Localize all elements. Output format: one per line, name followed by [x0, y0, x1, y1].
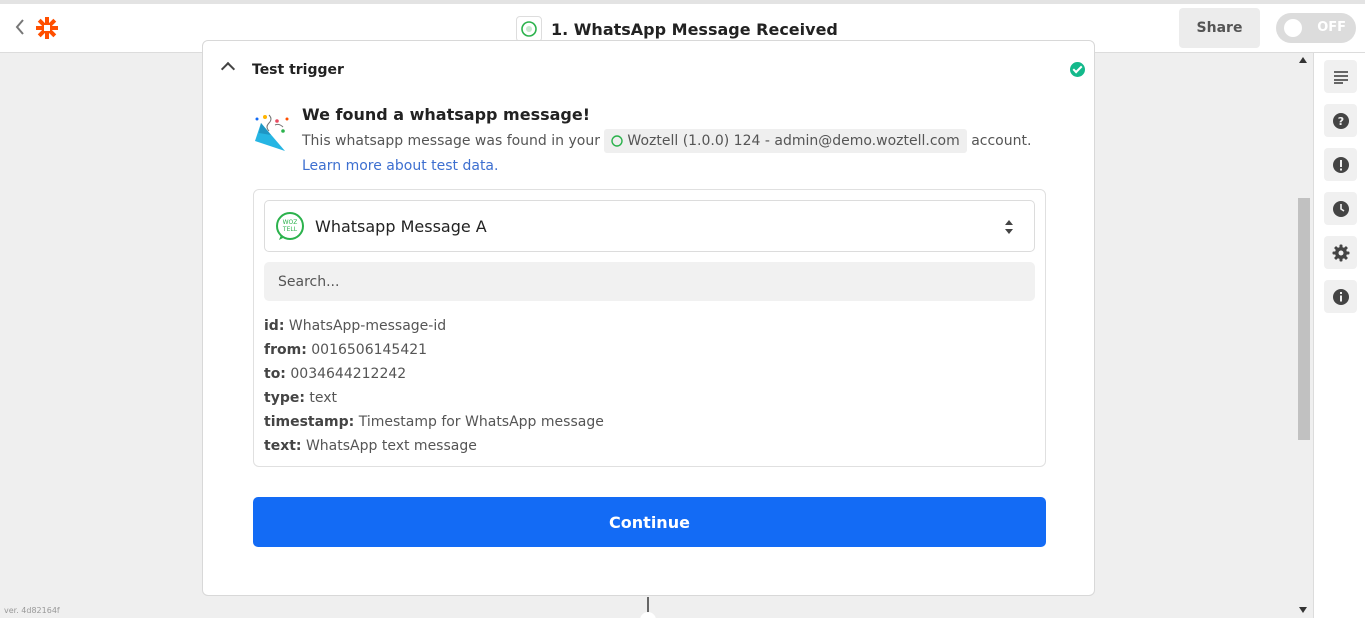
- page-title: 1. WhatsApp Message Received: [551, 19, 838, 39]
- field-value: Timestamp for WhatsApp message: [358, 414, 604, 430]
- settings-icon[interactable]: [1324, 236, 1357, 269]
- field-value: WhatsApp text message: [305, 438, 477, 454]
- version-label: ver. 4d82164f: [4, 606, 60, 615]
- woztell-account-icon: [611, 135, 624, 147]
- step-card: Test trigger We found a whatsapp message…: [202, 40, 1095, 596]
- check-circle-icon: [1070, 62, 1085, 77]
- result-description: This whatsapp message was found in your …: [302, 129, 1042, 179]
- scroll-down-arrow-icon[interactable]: [1299, 607, 1307, 613]
- record-fields: id: WhatsApp-message-id from: 0016506145…: [264, 314, 604, 458]
- scrollbar-thumb[interactable]: [1298, 198, 1310, 440]
- woztell-app-icon: WOZ TELL: [275, 211, 305, 241]
- svg-text:WOZ: WOZ: [283, 219, 298, 226]
- result-heading: We found a whatsapp message!: [302, 105, 591, 124]
- svg-text:TELL: TELL: [282, 226, 298, 233]
- history-icon[interactable]: [1324, 192, 1357, 225]
- alert-icon[interactable]: [1324, 148, 1357, 181]
- right-sidebar: ?: [1313, 53, 1365, 618]
- test-data-panel: WOZ TELL Whatsapp Message A id: WhatsApp…: [253, 189, 1046, 467]
- field-key: timestamp:: [264, 414, 355, 430]
- field-key: type:: [264, 390, 305, 406]
- toggle-knob: [1284, 19, 1302, 37]
- field-row: timestamp: Timestamp for WhatsApp messag…: [264, 410, 604, 434]
- field-value: 0034644212242: [290, 366, 407, 382]
- zap-step-title[interactable]: 1. WhatsApp Message Received: [516, 16, 838, 42]
- continue-button[interactable]: Continue: [253, 497, 1046, 547]
- record-selector[interactable]: WOZ TELL Whatsapp Message A: [264, 200, 1035, 252]
- field-key: id:: [264, 318, 285, 334]
- field-value: text: [309, 390, 338, 406]
- zap-on-off-toggle[interactable]: OFF: [1276, 13, 1356, 43]
- account-chip: Woztell (1.0.0) 124 - admin@demo.woztell…: [604, 129, 967, 153]
- account-label: Woztell (1.0.0) 124 - admin@demo.woztell…: [627, 132, 960, 149]
- field-row: id: WhatsApp-message-id: [264, 314, 604, 338]
- search-input[interactable]: [264, 262, 1035, 301]
- learn-more-link[interactable]: Learn more about test data.: [302, 158, 498, 174]
- section-title: Test trigger: [252, 62, 344, 78]
- back-chevron-icon[interactable]: [14, 17, 30, 37]
- connector-node: [640, 612, 656, 618]
- field-row: text: WhatsApp text message: [264, 434, 604, 458]
- toggle-label: OFF: [1317, 20, 1346, 35]
- outline-icon[interactable]: [1324, 60, 1357, 93]
- field-key: to:: [264, 366, 286, 382]
- field-row: to: 0034644212242: [264, 362, 604, 386]
- chevron-up-icon[interactable]: [220, 61, 236, 77]
- info-icon[interactable]: [1324, 280, 1357, 313]
- svg-text:?: ?: [1337, 115, 1343, 128]
- help-icon[interactable]: ?: [1324, 104, 1357, 137]
- woztell-app-icon: [516, 16, 542, 42]
- zapier-logo-icon[interactable]: [34, 15, 60, 41]
- result-text-before: This whatsapp message was found in your: [302, 133, 600, 149]
- field-key: from:: [264, 342, 307, 358]
- updown-chevron-icon: [1004, 218, 1014, 236]
- field-value: 0016506145421: [311, 342, 428, 358]
- result-text-after: account.: [971, 133, 1032, 149]
- test-trigger-header[interactable]: Test trigger: [203, 55, 1094, 85]
- field-row: from: 0016506145421: [264, 338, 604, 362]
- field-key: text:: [264, 438, 302, 454]
- field-value: WhatsApp-message-id: [288, 318, 447, 334]
- selected-record: Whatsapp Message A: [315, 217, 487, 236]
- party-popper-icon: [251, 111, 293, 153]
- scroll-up-arrow-icon[interactable]: [1299, 57, 1307, 63]
- share-button[interactable]: Share: [1179, 8, 1260, 48]
- field-row: type: text: [264, 386, 604, 410]
